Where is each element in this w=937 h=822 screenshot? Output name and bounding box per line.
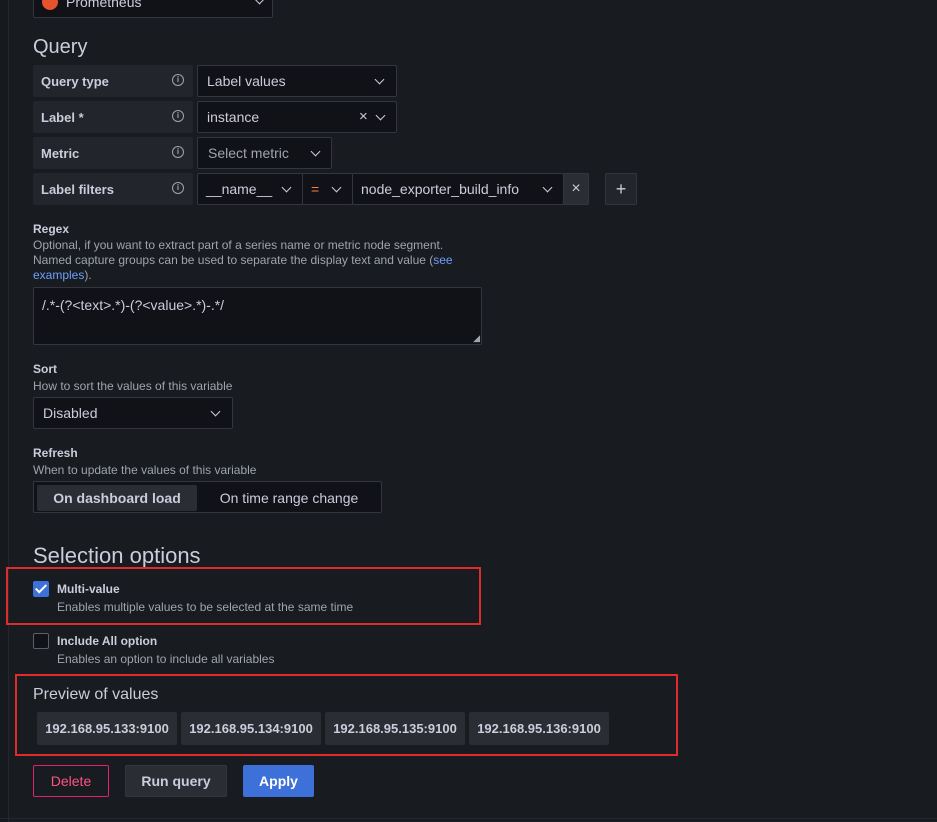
datasource-picker[interactable]: Prometheus: [33, 0, 273, 18]
label-filters-label: Label filters i: [33, 173, 193, 205]
left-rail: [0, 0, 9, 822]
multi-value-highlight: [6, 567, 481, 625]
remove-filter-button[interactable]: ×: [563, 173, 589, 205]
close-icon: ×: [571, 180, 581, 197]
resize-handle-icon[interactable]: ◢: [473, 333, 480, 344]
delete-button[interactable]: Delete: [33, 765, 109, 797]
prometheus-icon: [42, 0, 58, 10]
preview-value-chip: 192.168.95.135:9100: [325, 712, 465, 745]
include-all-description: Enables an option to include all variabl…: [57, 652, 275, 666]
info-icon[interactable]: i: [172, 110, 184, 122]
query-type-select[interactable]: Label values: [197, 65, 397, 97]
info-icon[interactable]: i: [172, 182, 184, 194]
info-icon[interactable]: i: [172, 146, 184, 158]
chevron-down-icon: [374, 74, 385, 85]
multi-value-description: Enables multiple values to be selected a…: [57, 600, 354, 614]
preview-value-chip: 192.168.95.134:9100: [181, 712, 321, 745]
query-heading: Query: [33, 36, 88, 58]
refresh-title: Refresh: [33, 446, 78, 460]
preview-value-chip: 192.168.95.133:9100: [37, 712, 177, 745]
sort-description: How to sort the values of this variable: [33, 379, 233, 393]
label-filter-operator-select[interactable]: =: [302, 173, 353, 205]
checkmark-icon: [34, 581, 48, 594]
refresh-description: When to update the values of this variab…: [33, 463, 257, 477]
metric-label: Metric i: [33, 137, 193, 169]
chevron-down-icon: [210, 406, 221, 417]
include-all-checkbox[interactable]: [33, 633, 49, 649]
refresh-option-dashboard-load[interactable]: On dashboard load: [37, 485, 197, 511]
chevron-down-icon: [542, 182, 553, 193]
query-type-label: Query type i: [33, 65, 193, 97]
apply-button[interactable]: Apply: [243, 765, 314, 797]
preview-value-chip: 192.168.95.136:9100: [469, 712, 609, 745]
refresh-option-time-range-change[interactable]: On time range change: [200, 485, 378, 511]
multi-value-title: Multi-value: [57, 582, 120, 596]
label-field-label: Label * i: [33, 101, 193, 133]
clear-icon[interactable]: ×: [359, 108, 368, 125]
bottom-divider: [0, 818, 937, 819]
chevron-down-icon: [331, 182, 342, 193]
sort-select[interactable]: Disabled: [33, 397, 233, 429]
chevron-down-icon: [375, 110, 386, 121]
label-filter-value-select[interactable]: node_exporter_build_info: [352, 173, 564, 205]
chevron-down-icon: [310, 146, 321, 157]
info-icon[interactable]: i: [172, 74, 184, 86]
multi-value-checkbox[interactable]: [33, 581, 49, 597]
chevron-down-icon: [254, 0, 265, 5]
regex-title: Regex: [33, 222, 70, 236]
refresh-radio-group: On dashboard load On time range change: [33, 481, 382, 513]
selection-options-heading: Selection options: [33, 543, 201, 568]
regex-textarea[interactable]: /.*-(?<text>.*)-(?<value>.*)-.*/ ◢: [33, 287, 482, 345]
regex-description: Optional, if you want to extract part of…: [33, 238, 453, 282]
label-select[interactable]: instance ×: [197, 101, 397, 133]
plus-icon: +: [615, 178, 627, 199]
run-query-button[interactable]: Run query: [125, 765, 227, 797]
add-filter-button[interactable]: +: [605, 173, 637, 205]
label-filter-key-select[interactable]: __name__: [197, 173, 303, 205]
metric-select[interactable]: Select metric: [197, 137, 332, 169]
preview-heading: Preview of values: [33, 686, 159, 703]
include-all-title: Include All option: [57, 634, 158, 648]
chevron-down-icon: [281, 182, 292, 193]
datasource-name: Prometheus: [66, 0, 142, 10]
sort-title: Sort: [33, 362, 57, 376]
